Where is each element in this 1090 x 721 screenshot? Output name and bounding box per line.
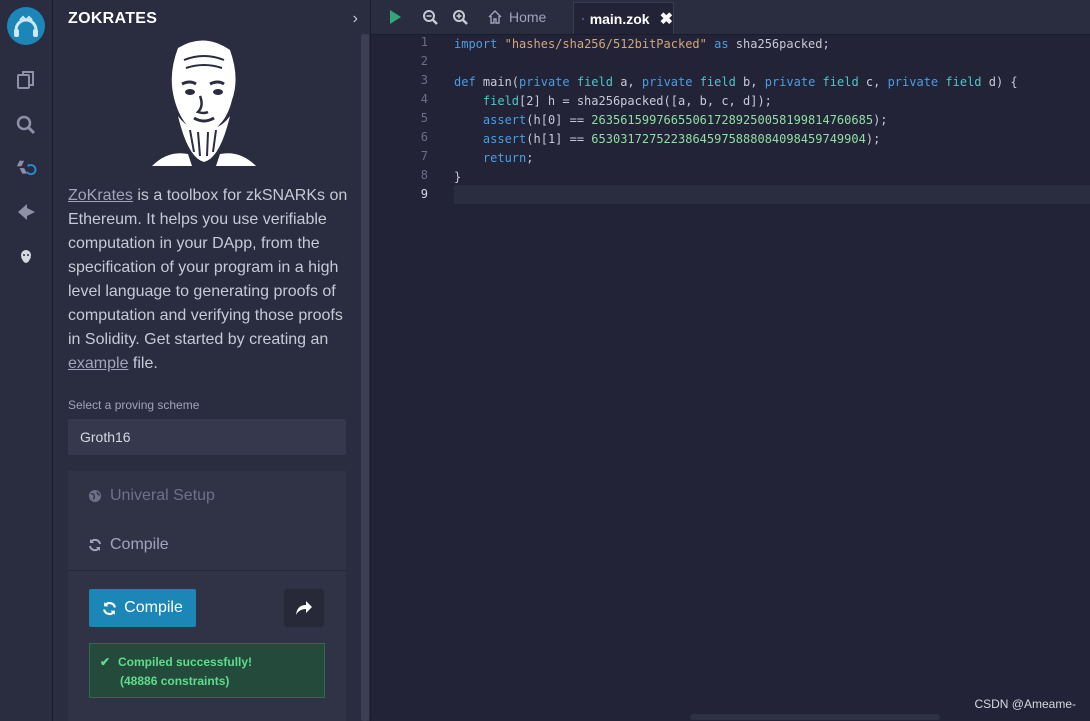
zoom-in-icon[interactable] <box>451 8 469 26</box>
compile-button-label: Compile <box>124 599 183 616</box>
line-number-active: 9 <box>420 187 428 201</box>
chevron-right-icon[interactable]: › <box>353 10 358 28</box>
panel-header: ZOKRATES › <box>68 8 358 30</box>
compile-section-label: Compile <box>110 536 169 553</box>
zokrates-plugin-icon[interactable] <box>14 246 38 270</box>
watermark: CSDN @Ameame- <box>974 697 1076 711</box>
panel-scrollbar-thumb[interactable] <box>361 34 369 721</box>
icon-rail <box>0 0 53 721</box>
line-number: 3 <box>420 73 428 87</box>
intro-body: is a toolbox for zkSNARKs on Ethereum. I… <box>68 187 348 348</box>
success-message: Compiled successfully! <box>118 655 253 669</box>
code-line-6: assert(h[1] == 6530317275223864597588808… <box>482 132 881 146</box>
zokrates-logo <box>148 38 260 168</box>
remix-logo-icon[interactable] <box>6 6 46 46</box>
deploy-run-icon[interactable] <box>14 200 38 224</box>
search-icon[interactable] <box>14 113 38 137</box>
close-icon[interactable]: ✖ <box>660 9 673 29</box>
zokrates-link[interactable]: ZoKrates <box>68 187 133 204</box>
share-arrow-icon <box>296 601 312 615</box>
example-link[interactable]: example <box>68 355 128 372</box>
compile-button[interactable]: Compile <box>89 589 196 627</box>
tab-main-zok-label: main.zok <box>589 10 650 27</box>
line-number: 6 <box>420 130 428 144</box>
universal-setup-item[interactable]: Univeral Setup <box>88 487 215 505</box>
tab-home[interactable]: Home <box>487 0 546 34</box>
tab-main-zok[interactable]: main.zok ✖ <box>573 2 674 34</box>
refresh-icon <box>89 538 101 552</box>
line-number: 4 <box>420 92 428 106</box>
share-button[interactable] <box>284 589 324 627</box>
code-editor[interactable]: import "hashes/sha256/512bitPacked" as s… <box>454 35 1090 711</box>
refresh-icon <box>103 601 117 615</box>
card-divider <box>68 570 346 571</box>
zokrates-panel: ZOKRATES › ZoKrates is a toolbox for zkS… <box>53 0 370 721</box>
file-explorer-icon[interactable] <box>14 68 38 92</box>
intro-text: ZoKrates is a toolbox for zkSNARKs on Et… <box>68 184 353 376</box>
line-number: 5 <box>420 111 428 125</box>
active-line-highlight <box>454 185 1090 204</box>
proving-scheme-label: Select a proving scheme <box>68 398 200 412</box>
panel-title: ZOKRATES <box>68 10 158 27</box>
compile-success-alert: ✔ Compiled successfully! (48886 constrain… <box>89 643 325 698</box>
code-line-4: field[2] h = sha256packed([a, b, c, d]); <box>482 94 772 108</box>
line-number-gutter: 1 2 3 4 5 6 7 8 9 <box>371 35 454 711</box>
proving-scheme-select[interactable]: Groth16 <box>68 419 346 455</box>
run-icon[interactable] <box>386 8 404 26</box>
intro-tail: file. <box>128 355 158 372</box>
code-line-1: import "hashes/sha256/512bitPacked" as s… <box>454 37 830 51</box>
actions-card: Univeral Setup Compile Compile ✔ Compiled… <box>68 471 346 721</box>
panel-scrollbar[interactable] <box>361 34 369 721</box>
editor-hscrollbar[interactable] <box>454 711 1090 721</box>
code-line-3: def main(private field a, private field … <box>454 75 1018 89</box>
line-number: 2 <box>420 54 428 68</box>
line-number: 7 <box>420 149 428 163</box>
check-icon: ✔ <box>100 655 111 669</box>
constraints-count: (48886 constraints) <box>120 674 230 688</box>
zoom-out-icon[interactable] <box>421 8 439 26</box>
editor-hscrollbar-thumb[interactable] <box>690 714 940 720</box>
line-number: 1 <box>420 35 428 49</box>
solidity-compiler-icon[interactable] <box>14 157 38 181</box>
tab-home-label: Home <box>509 9 547 25</box>
globe-icon <box>89 490 101 502</box>
home-icon <box>488 10 502 24</box>
editor-tabbar: Home main.zok ✖ <box>371 0 1090 35</box>
universal-setup-label: Univeral Setup <box>110 487 215 504</box>
compile-section-item[interactable]: Compile <box>88 536 169 554</box>
code-line-8: } <box>454 170 462 184</box>
code-line-5: assert(h[0] == 2635615997665506172892500… <box>482 113 888 127</box>
file-icon <box>582 17 584 20</box>
code-line-7: return; <box>482 151 534 165</box>
line-number: 8 <box>420 168 428 182</box>
